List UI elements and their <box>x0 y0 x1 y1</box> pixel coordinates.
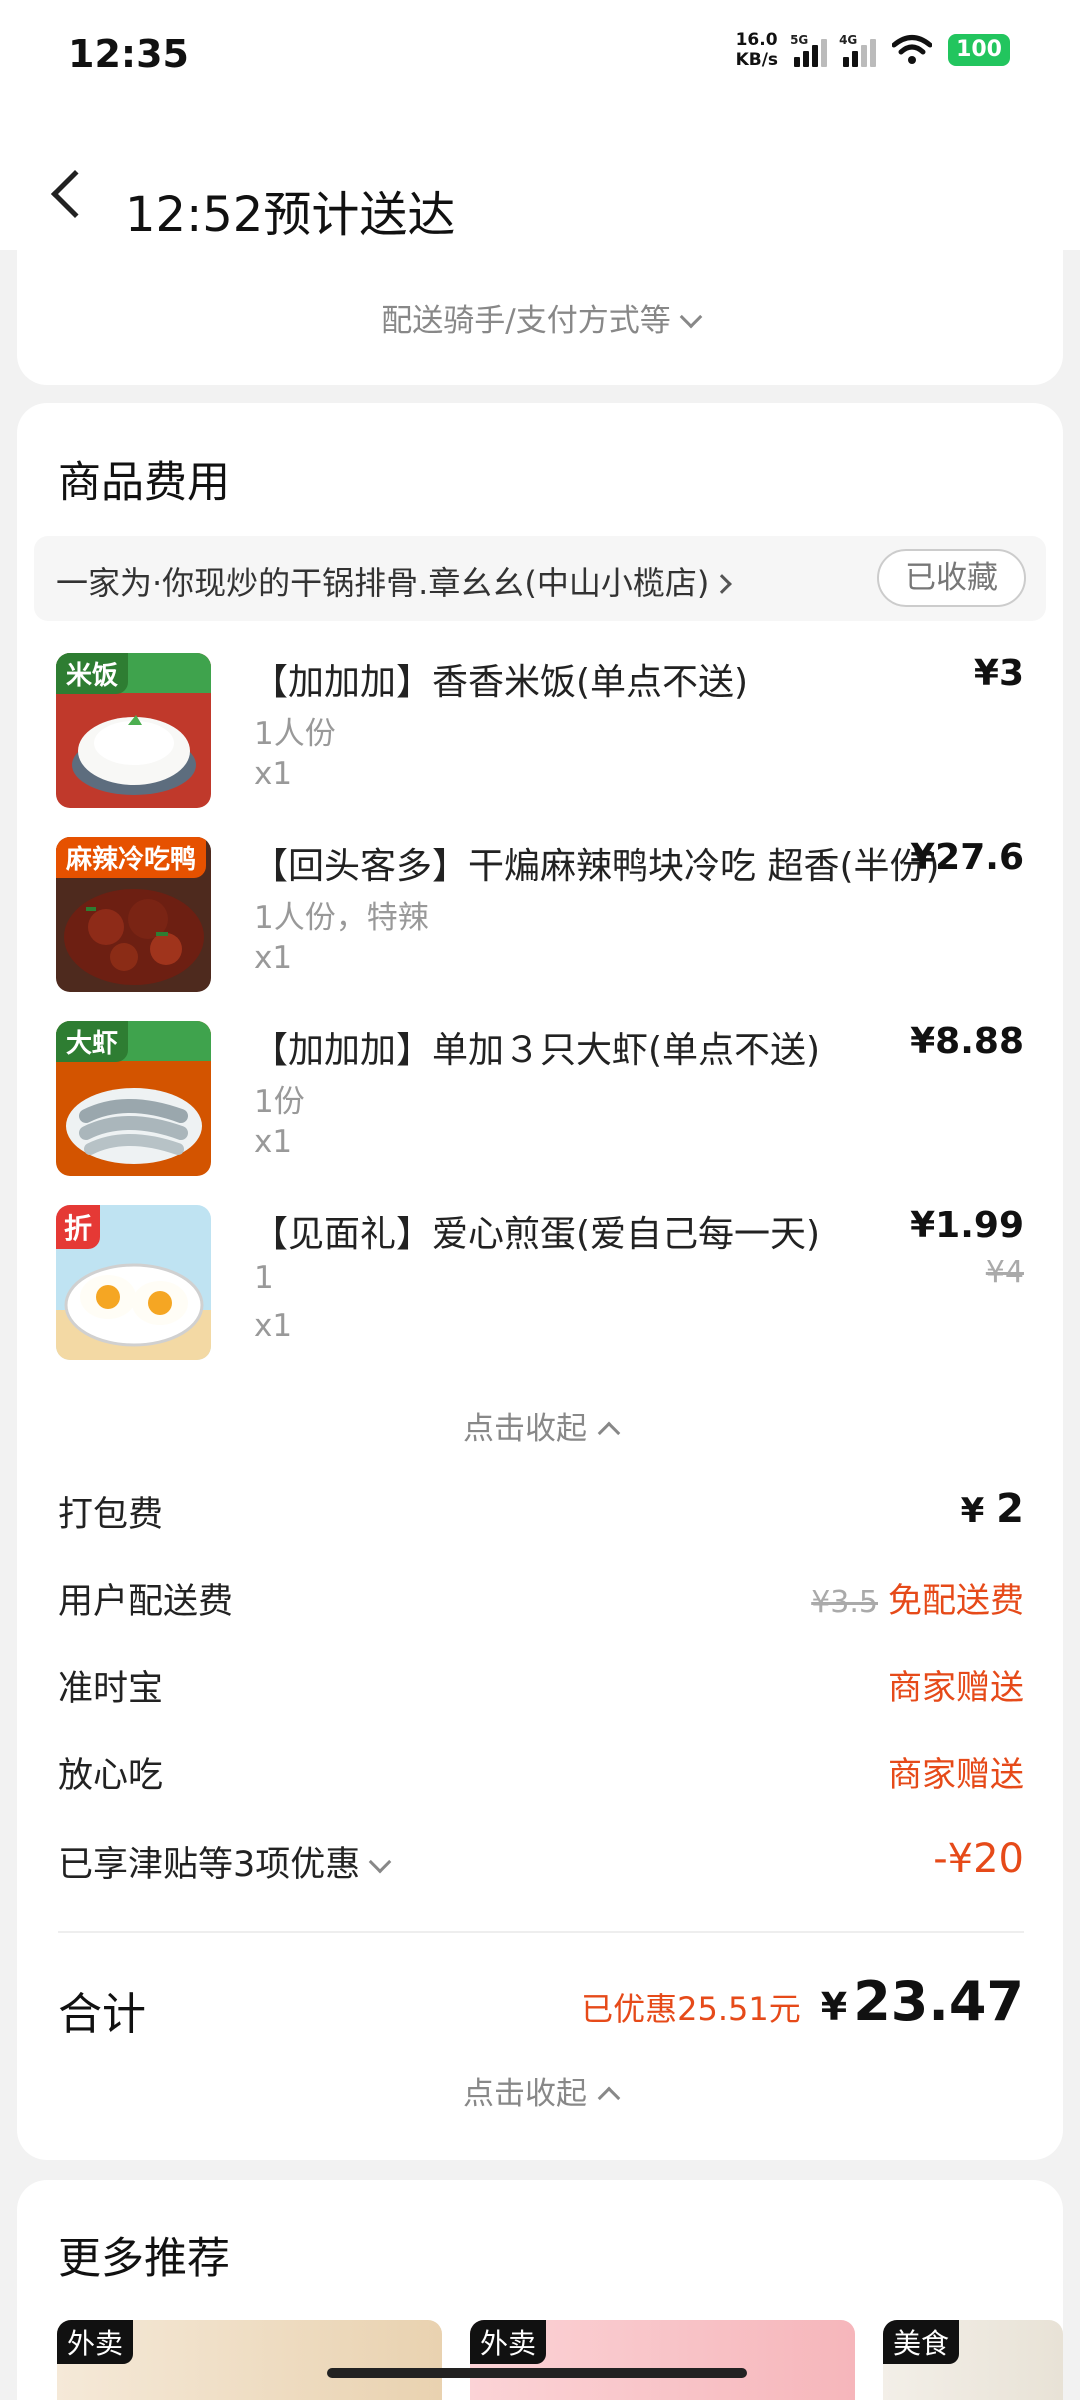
more-info-toggle[interactable]: 配送骑手/支付方式等 <box>17 295 1063 340</box>
more-info-label: 配送骑手/支付方式等 <box>381 303 671 339</box>
ontime-value: 商家赠送 <box>888 1668 1024 1708</box>
discount-row[interactable]: 已享津贴等3项优惠 -¥20 <box>58 1836 1024 1886</box>
recommend-tag: 美食 <box>883 2320 960 2364</box>
discount-tag: 折 <box>56 1205 101 1249</box>
recommend-tile[interactable]: 外卖 <box>57 2320 442 2400</box>
collapse-label: 点击收起 <box>463 1411 587 1447</box>
item-name: 【回头客多】干煸麻辣鸭块冷吃 超香(半份) <box>252 846 940 887</box>
recommend-tile[interactable]: 美食 <box>883 2320 1063 2400</box>
delivery-fee-free: 免配送费 <box>888 1581 1024 1621</box>
battery-icon: 100 <box>948 34 1010 66</box>
chevron-up-icon <box>597 2086 621 2110</box>
chevron-down-icon <box>679 305 703 329</box>
back-arrow-icon[interactable] <box>50 169 100 219</box>
order-item[interactable]: 折 【见面礼】爱心煎蛋(爱自己每一天) 1 x1 ¥1.99 ¥4 <box>56 1205 1024 1360</box>
item-tag: 大虾 <box>56 1021 129 1062</box>
collapse-label: 点击收起 <box>463 2076 587 2112</box>
item-price: ¥1.99 <box>910 1205 1024 1246</box>
packing-fee-currency: ¥ <box>960 1491 985 1531</box>
shop-name-text: 一家为·你现炒的干锅排骨.章幺幺(中山小榄店) <box>56 564 710 602</box>
recommend-tile[interactable]: 外卖 <box>470 2320 855 2400</box>
collapse-items-toggle[interactable]: 点击收起 <box>17 1403 1063 1448</box>
packing-fee-amount: 2 <box>996 1486 1024 1532</box>
divider <box>58 1931 1024 1933</box>
item-spec: 1 <box>254 1260 274 1296</box>
packing-fee-label: 打包费 <box>58 1495 164 1535</box>
safe-eat-label: 放心吃 <box>58 1756 164 1796</box>
sim2-label: 4G <box>839 33 858 47</box>
delivery-fee-label: 用户配送费 <box>58 1582 234 1622</box>
shop-name[interactable]: 一家为·你现炒的干锅排骨.章幺幺(中山小榄店) <box>56 558 733 604</box>
discount-value: -¥20 <box>933 1836 1024 1882</box>
item-image: 大虾 <box>56 1021 211 1176</box>
page-header: 12:52预计送达 <box>0 115 1080 250</box>
signal-5g-icon: 5G <box>790 33 828 67</box>
goods-fee-card: 商品费用 一家为·你现炒的干锅排骨.章幺幺(中山小榄店) 已收藏 米饭 【加加加… <box>17 403 1063 2160</box>
item-tag: 麻辣冷吃鸭 <box>56 837 207 878</box>
order-item[interactable]: 米饭 【加加加】香香米饭(单点不送) 1人份 x1 ¥3 <box>56 653 1024 808</box>
safe-eat-row: 放心吃 商家赠送 <box>58 1747 1024 1797</box>
delivery-fee-value: ¥3.5 免配送费 <box>811 1573 1024 1622</box>
sim1-label: 5G <box>790 33 809 47</box>
safe-eat-value: 商家赠送 <box>888 1755 1024 1795</box>
packing-fee-row: 打包费 ¥ 2 <box>58 1486 1024 1536</box>
status-icons: 16.0 KB/s 5G 4G 100 <box>736 30 1010 70</box>
item-name: 【加加加】香香米饭(单点不送) <box>252 662 749 703</box>
item-quantity: x1 <box>254 756 293 792</box>
recommend-title: 更多推荐 <box>58 2234 230 2284</box>
item-price: ¥8.88 <box>910 1021 1024 1062</box>
section-title: 商品费用 <box>58 458 230 508</box>
home-indicator[interactable] <box>327 2368 747 2378</box>
chevron-right-icon <box>712 574 733 594</box>
item-price: ¥27.6 <box>910 837 1024 878</box>
item-quantity: x1 <box>254 1124 293 1160</box>
chevron-down-icon <box>368 1850 392 1874</box>
network-speed-value: 16.0 <box>735 30 778 50</box>
total-label: 合计 <box>58 1989 146 2040</box>
page-title: 12:52预计送达 <box>125 187 456 243</box>
item-name: 【加加加】单加３只大虾(单点不送) <box>252 1030 821 1071</box>
item-image: 折 <box>56 1205 211 1360</box>
item-image: 米饭 <box>56 653 211 808</box>
item-name: 【见面礼】爱心煎蛋(爱自己每一天) <box>252 1214 821 1255</box>
item-original-price: ¥4 <box>985 1255 1024 1290</box>
item-price: ¥3 <box>973 653 1024 694</box>
ontime-row: 准时宝 商家赠送 <box>58 1660 1024 1710</box>
discount-label-text: 已享津贴等3项优惠 <box>58 1845 361 1885</box>
discount-label[interactable]: 已享津贴等3项优惠 <box>58 1836 392 1887</box>
wifi-icon <box>892 35 933 64</box>
ontime-label: 准时宝 <box>58 1669 164 1709</box>
favorite-button[interactable]: 已收藏 <box>877 549 1026 607</box>
item-quantity: x1 <box>254 940 293 976</box>
total-currency: ¥ <box>820 1985 848 2029</box>
recommend-tag: 外卖 <box>57 2320 134 2364</box>
recommend-tag: 外卖 <box>470 2320 547 2364</box>
item-image: 麻辣冷吃鸭 <box>56 837 211 992</box>
order-item[interactable]: 麻辣冷吃鸭 【回头客多】干煸麻辣鸭块冷吃 超香(半份) 1人份，特辣 x1 ¥2… <box>56 837 1024 992</box>
network-speed-unit: KB/s <box>735 50 779 70</box>
network-speed: 16.0 KB/s <box>736 30 778 70</box>
collapse-total-toggle[interactable]: 点击收起 <box>17 2068 1063 2113</box>
item-spec: 1人份 <box>254 716 336 752</box>
saved-amount: 已优惠25.51元 <box>581 1990 801 2028</box>
total-amount: ¥23.47 <box>821 1970 1024 2033</box>
order-item[interactable]: 大虾 【加加加】单加３只大虾(单点不送) 1份 x1 ¥8.88 <box>56 1021 1024 1176</box>
total-summary: 已优惠25.51元 ¥23.47 <box>581 1970 1024 2033</box>
delivery-fee-row: 用户配送费 ¥3.5 免配送费 <box>58 1573 1024 1623</box>
recommend-card: 更多推荐 外卖 外卖 美食 <box>17 2180 1063 2400</box>
packing-fee-value: ¥ 2 <box>961 1486 1024 1532</box>
item-tag: 米饭 <box>56 653 129 694</box>
shop-row[interactable]: 一家为·你现炒的干锅排骨.章幺幺(中山小榄店) 已收藏 <box>34 536 1046 621</box>
delivery-fee-original: ¥3.5 <box>811 1585 878 1620</box>
total-amount-value: 23.47 <box>853 1970 1024 2033</box>
item-spec: 1人份，特辣 <box>254 900 429 936</box>
status-bar: 12:35 16.0 KB/s 5G 4G 100 <box>0 0 1080 115</box>
item-spec: 1份 <box>254 1084 305 1120</box>
item-quantity: x1 <box>254 1308 293 1344</box>
signal-4g-icon: 4G <box>839 33 877 67</box>
delivery-info-card: 配送骑手/支付方式等 <box>17 250 1063 385</box>
status-time: 12:35 <box>68 32 189 76</box>
chevron-up-icon <box>597 1421 621 1445</box>
